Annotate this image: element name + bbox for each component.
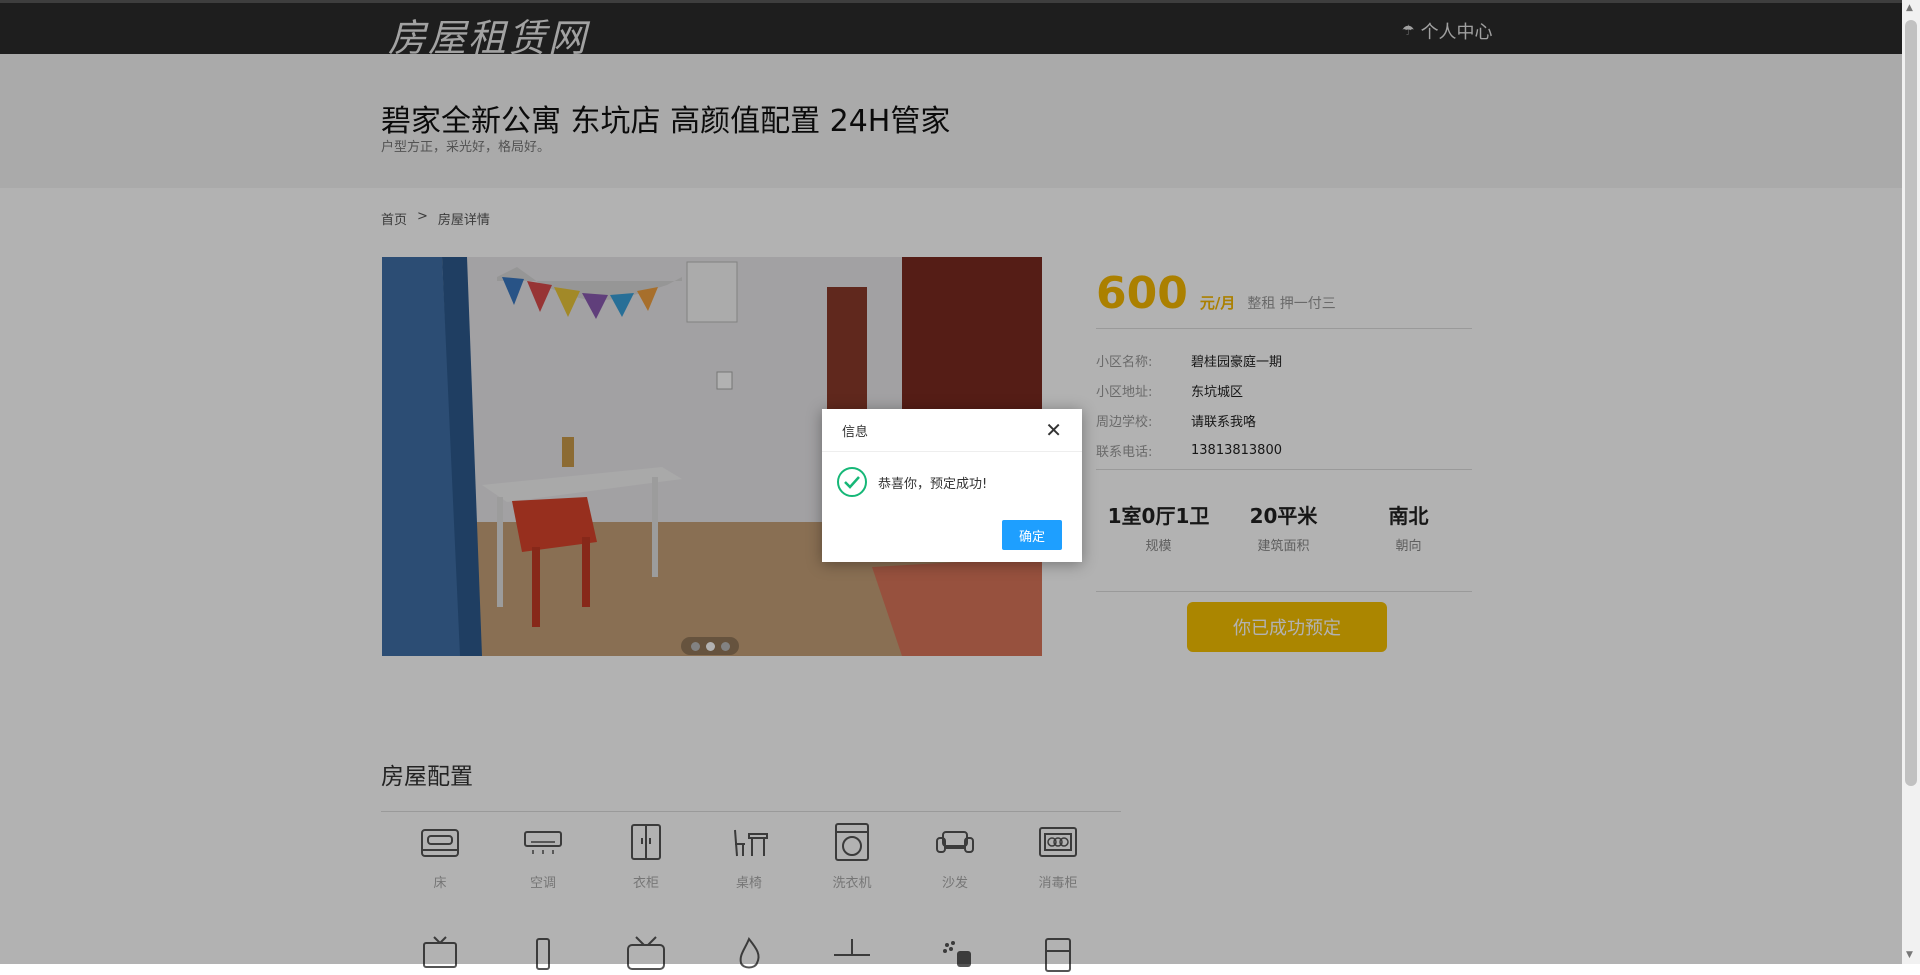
success-check-icon [836, 466, 868, 498]
dialog-message: 恭喜你，预定成功! [878, 476, 988, 492]
dialog-title: 信息 [842, 424, 869, 440]
dialog-ok-button[interactable]: 确定 [1002, 520, 1062, 550]
scroll-up-arrow-icon[interactable]: ▲ [1906, 3, 1913, 13]
scroll-down-arrow-icon[interactable]: ▼ [1906, 950, 1913, 960]
dialog-header: 信息 ✕ [822, 409, 1082, 452]
page-scrollbar[interactable]: ▲ ▼ [1902, 0, 1920, 964]
dialog-body: 恭喜你，预定成功! [822, 452, 1082, 498]
success-dialog: 信息 ✕ 恭喜你，预定成功! 确定 [822, 409, 1082, 562]
close-icon[interactable]: ✕ [1045, 420, 1062, 440]
scroll-thumb[interactable] [1905, 20, 1917, 786]
